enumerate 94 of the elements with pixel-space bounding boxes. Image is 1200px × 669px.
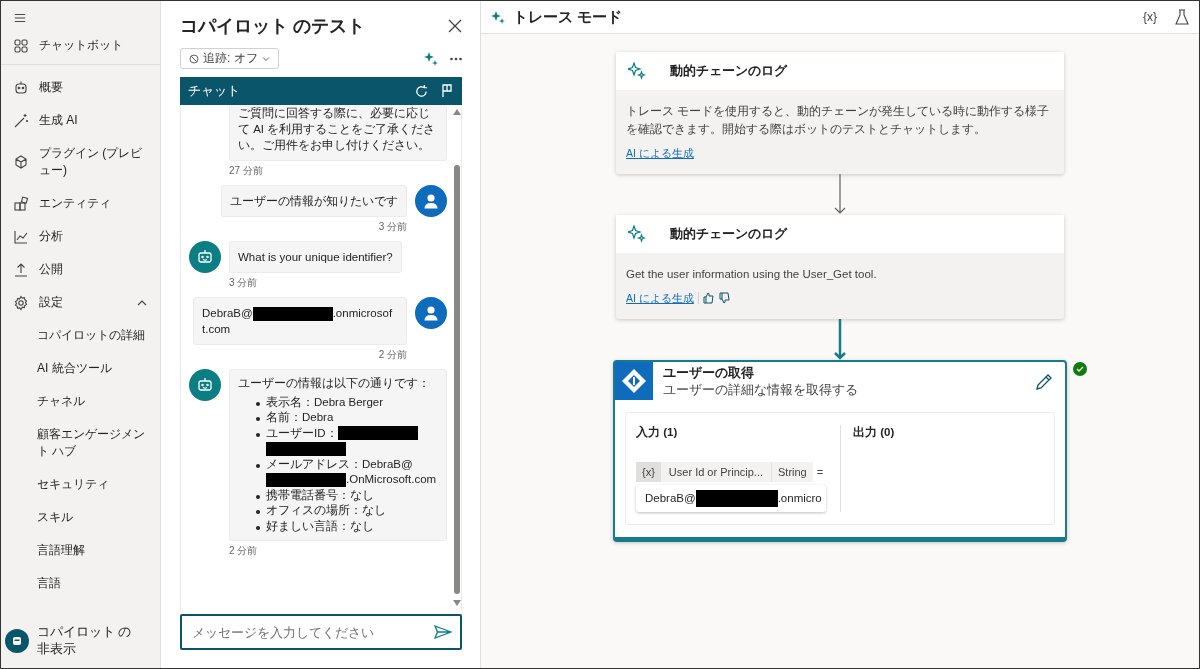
sidebar-item[interactable]: 生成 AI: [1, 104, 160, 137]
hide-copilot-label[interactable]: コパイロット の非表示: [37, 624, 137, 658]
bullet-dot: [256, 525, 260, 530]
scroll-up-icon[interactable]: [453, 109, 461, 115]
log-card[interactable]: 動的チェーンのログ トレース モードを使用すると、動的チェーンが発生している時に動作する様子を確認できます。開始する際はボットのテストとチャットします。 AI による生成: [616, 52, 1064, 174]
log-card[interactable]: 動的チェーンのログ Get the user information using the User_Get tool. AI による生成: [616, 215, 1064, 319]
card-title: 動的チェーンのログ: [670, 62, 787, 80]
variables-button[interactable]: {x}: [1143, 10, 1157, 24]
connector-arrow: [834, 319, 846, 360]
message-bubble: ユーザーの情報が知りたいです: [221, 185, 407, 217]
flask-icon[interactable]: [1175, 9, 1189, 25]
bullet-dot: [256, 401, 260, 406]
sidebar-subitem[interactable]: AI 統合ツール: [1, 352, 159, 385]
blocks-icon: [13, 195, 29, 212]
cube-icon: [13, 154, 29, 170]
sidebar-subitem[interactable]: スキル: [1, 501, 159, 534]
bullet-dot: [256, 510, 260, 514]
card-text: トレース モードを使用すると、動的チェーンが発生している時に動作する様子を確認できます。開始する際はボットのテストとチャットします。: [626, 104, 1051, 137]
magic-wand-icon: [13, 112, 29, 129]
parameter-name: User Id or Princip...: [660, 462, 772, 482]
card-title: 動的チェーンのログ: [670, 225, 787, 243]
message-time: 3 分前: [377, 221, 407, 233]
sidebar-subitem[interactable]: セキュリティ: [1, 468, 159, 501]
menu-icon: [13, 11, 27, 25]
equals-sign: =: [815, 466, 825, 478]
tool-subtitle: ユーザーの詳細な情報を取得する: [663, 382, 859, 399]
refresh-icon[interactable]: [414, 83, 429, 99]
flag-icon[interactable]: [441, 84, 454, 98]
message-input[interactable]: メッセージを入力してください: [190, 623, 434, 641]
sidebar-subitem[interactable]: 顧客エンゲージメント ハブ: [1, 418, 159, 468]
more-icon[interactable]: [450, 56, 462, 61]
connector-arrow: [834, 174, 846, 215]
thumbs-down-icon[interactable]: [718, 292, 731, 304]
sparkle-icon[interactable]: [424, 51, 438, 66]
message-time: 3 分前: [229, 277, 259, 289]
inputs-label: 入力 (1): [636, 425, 679, 440]
sparkle-icon: [628, 62, 646, 80]
message-time: 27 分前: [229, 165, 264, 177]
sparkle-icon: [491, 10, 505, 24]
settings-icon: [13, 294, 29, 311]
sidebar-subitem[interactable]: コパイロットの詳細: [1, 319, 159, 352]
sidebar-item[interactable]: 分析: [1, 220, 160, 253]
sidebar-item[interactable]: チャットボット: [1, 29, 160, 62]
send-icon[interactable]: [434, 625, 452, 639]
sidebar-item[interactable]: エンティティ: [1, 187, 160, 220]
ai-generated-link[interactable]: AI による生成: [626, 144, 694, 162]
bot-avatar: [5, 629, 29, 653]
tool-title: ユーザーの取得: [663, 365, 755, 382]
sidebar-subitem[interactable]: 言語: [1, 567, 159, 600]
scroll-down-icon[interactable]: [453, 600, 461, 606]
user-avatar: [415, 185, 447, 217]
user-avatar: [415, 297, 447, 329]
sparkle-icon: [628, 225, 646, 243]
bot-avatar: [189, 241, 221, 273]
parameter-type: String: [772, 462, 813, 482]
thumbs-up-icon[interactable]: [702, 292, 715, 304]
scrollbar-thumb[interactable]: [454, 165, 460, 594]
close-icon[interactable]: [448, 19, 462, 33]
outputs-label: 出力 (0): [853, 425, 896, 440]
message-bubble: DebraB@ .onmicrosoft.com: [193, 297, 407, 345]
trace-title: トレース モード: [513, 7, 624, 27]
sidebar-item[interactable]: 公開: [1, 253, 160, 286]
variable-badge: {x}: [636, 462, 661, 482]
chevron-down-icon: [261, 54, 270, 63]
bullet-dot: [256, 432, 260, 437]
parameter-value[interactable]: DebraB@ .onmicro: [636, 485, 826, 512]
sidebar-subitem[interactable]: チャネル: [1, 385, 159, 418]
message-field[interactable]: メッセージを入力してください: [180, 614, 462, 650]
bullet-dot: [256, 463, 260, 468]
edit-icon[interactable]: [1035, 373, 1053, 391]
message-bubble: ユーザーの情報は以下の通りです： 表示名：Debra Berger 名前：Debra ユーザーID： メールアドレス：DebraB@ .OnMicrosoft.com 携帯電話番号：なし オフィスの場所：なし 好ましい言語：なし: [229, 369, 447, 541]
bullet-dot: [256, 494, 260, 499]
message-time: 2 分前: [377, 349, 407, 361]
card-text: Get the user information using the User_Get tool.: [626, 267, 878, 282]
sidebar-item[interactable]: 設定: [1, 286, 160, 319]
tracking-dropdown[interactable]: 追跡: オフ: [180, 48, 279, 69]
block-icon: [189, 53, 199, 64]
panel-title: コパイロット のテスト: [180, 15, 365, 38]
robot-icon: [13, 79, 29, 96]
upload-icon: [13, 261, 29, 278]
chat-header-title: チャット: [188, 82, 241, 100]
message-time: 2 分前: [229, 545, 259, 557]
chart-icon: [13, 228, 29, 245]
tool-icon: [615, 362, 653, 400]
sidebar-subitem[interactable]: 言語理解: [1, 534, 159, 567]
tool-card[interactable]: ユーザーの取得 ユーザーの詳細な情報を取得する 入力 (1) {x} User Id or Princip... String = DebraB@ .onmicro 出力 (0): [613, 360, 1067, 542]
bot-avatar: [189, 369, 221, 401]
sidebar-item[interactable]: プラグイン (プレビュー): [1, 137, 160, 187]
ai-generated-link[interactable]: AI による生成: [626, 289, 694, 307]
message-bubble: ご質問に回答する際に、必要に応じて AI を利用することをご了承ください。ご用件をお申し付けください。: [229, 105, 447, 161]
message-bubble: What is your unique identifier?: [229, 241, 402, 273]
bullet-dot: [256, 417, 260, 421]
grid-icon: [13, 37, 29, 54]
sidebar-item[interactable]: 概要: [1, 71, 160, 104]
